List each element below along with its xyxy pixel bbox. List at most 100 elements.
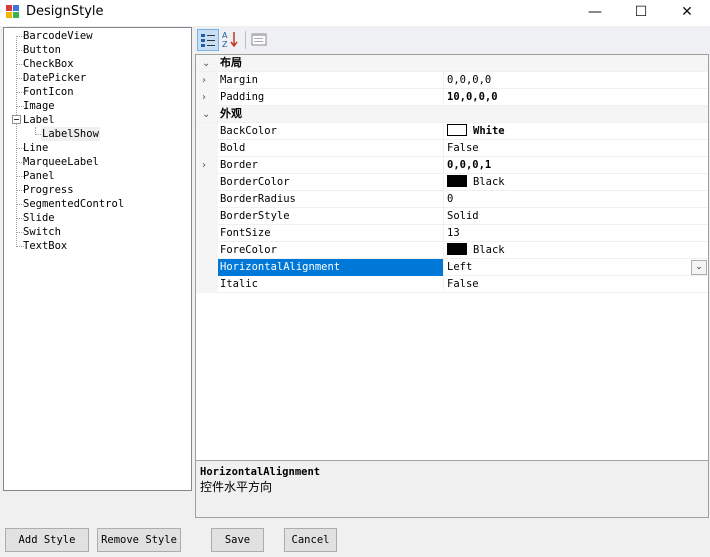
property-grid: A Z ⌄ 布局 › Margin 0,0,0,0 › Padding 10,0… <box>195 27 709 518</box>
remove-style-button[interactable]: Remove Style <box>97 528 181 552</box>
dropdown-button[interactable]: ⌄ <box>691 260 707 275</box>
tree-item-button[interactable]: Button <box>23 43 61 57</box>
property-row-padding[interactable]: › Padding 10,0,0,0 <box>196 89 708 106</box>
color-name: Black <box>473 244 505 256</box>
tree-item-textbox[interactable]: TextBox <box>23 239 67 253</box>
property-value[interactable]: 0,0,0,0 <box>445 72 708 89</box>
property-name: FontSize <box>218 225 444 242</box>
row-gutter <box>196 89 218 106</box>
property-name: BorderStyle <box>218 208 444 225</box>
control-tree[interactable]: BarcodeView Button CheckBox DatePicker F… <box>3 27 192 491</box>
tree-item-segmentedcontrol[interactable]: SegmentedControl <box>23 197 124 211</box>
save-button[interactable]: Save <box>211 528 264 552</box>
property-value[interactable]: 10,0,0,0 <box>445 89 708 106</box>
row-gutter <box>196 242 218 259</box>
color-swatch <box>447 124 467 136</box>
category-layout[interactable]: ⌄ 布局 <box>196 55 708 72</box>
tree-item-datepicker[interactable]: DatePicker <box>23 71 86 85</box>
chevron-down-icon[interactable]: ⌄ <box>202 58 210 69</box>
property-row-backcolor[interactable]: BackColor White <box>196 123 708 140</box>
category-appearance[interactable]: ⌄ 外观 <box>196 106 708 123</box>
categorized-icon <box>201 34 215 47</box>
app-icon <box>6 5 20 19</box>
alphabetical-button[interactable]: A Z <box>220 29 242 51</box>
property-list[interactable]: ⌄ 布局 › Margin 0,0,0,0 › Padding 10,0,0,0… <box>195 54 709 484</box>
tree-item-barcodeview[interactable]: BarcodeView <box>23 29 93 43</box>
svg-text:A: A <box>222 31 228 40</box>
description-text: 控件水平方向 <box>200 480 273 494</box>
tree-item-checkbox[interactable]: CheckBox <box>23 57 74 71</box>
property-pages-icon <box>251 33 267 46</box>
property-name: Margin <box>218 72 444 89</box>
tree-item-line[interactable]: Line <box>23 141 48 155</box>
property-value[interactable]: 0 <box>445 191 708 208</box>
row-gutter <box>196 276 218 293</box>
property-row-bold[interactable]: Bold False <box>196 140 708 157</box>
tree-item-marqueelabel[interactable]: MarqueeLabel <box>23 155 99 169</box>
tree-item-panel[interactable]: Panel <box>23 169 55 183</box>
svg-text:Z: Z <box>222 40 228 49</box>
property-row-horizontalalignment[interactable]: HorizontalAlignment Left ⌄ <box>196 259 708 276</box>
collapse-toggle[interactable] <box>12 115 21 124</box>
row-gutter <box>196 259 218 276</box>
tree-item-slide[interactable]: Slide <box>23 211 55 225</box>
tree-item-switch[interactable]: Switch <box>23 225 61 239</box>
property-row-italic[interactable]: Italic False <box>196 276 708 293</box>
row-gutter <box>196 225 218 242</box>
chevron-right-icon[interactable]: › <box>202 160 206 171</box>
property-name: BackColor <box>218 123 444 140</box>
property-value[interactable]: False <box>445 276 708 293</box>
minimize-button[interactable]: — <box>572 0 618 26</box>
row-gutter <box>196 157 218 174</box>
property-name: BorderRadius <box>218 191 444 208</box>
description-title: HorizontalAlignment <box>200 466 321 478</box>
row-gutter <box>196 123 218 140</box>
tree-line <box>16 36 17 247</box>
property-value[interactable]: Black <box>445 174 708 191</box>
property-row-forecolor[interactable]: ForeColor Black <box>196 242 708 259</box>
chevron-right-icon[interactable]: › <box>202 92 206 103</box>
property-row-margin[interactable]: › Margin 0,0,0,0 <box>196 72 708 89</box>
row-gutter <box>196 72 218 89</box>
category-label: 布局 <box>220 56 242 69</box>
property-value[interactable]: Left <box>445 259 708 276</box>
window-title: DesignStyle <box>26 4 104 19</box>
alphabetical-icon: A Z <box>222 31 238 49</box>
maximize-button[interactable]: ☐ <box>618 0 664 26</box>
property-row-bordercolor[interactable]: BorderColor Black <box>196 174 708 191</box>
tree-item-image[interactable]: Image <box>23 99 55 113</box>
property-value[interactable]: 0,0,0,1 <box>445 157 708 174</box>
property-row-border[interactable]: › Border 0,0,0,1 <box>196 157 708 174</box>
property-name: Italic <box>218 276 444 293</box>
property-name: BorderColor <box>218 174 444 191</box>
color-swatch <box>447 175 467 187</box>
property-value[interactable]: Solid <box>445 208 708 225</box>
row-gutter <box>196 174 218 191</box>
color-name: Black <box>473 176 505 188</box>
description-panel: HorizontalAlignment 控件水平方向 <box>195 460 709 518</box>
category-label: 外观 <box>220 107 242 120</box>
row-gutter <box>196 191 218 208</box>
color-swatch <box>447 243 467 255</box>
tree-item-labelshow[interactable]: LabelShow <box>41 127 100 141</box>
property-row-fontsize[interactable]: FontSize 13 <box>196 225 708 242</box>
row-gutter <box>196 208 218 225</box>
close-button[interactable]: ✕ <box>664 0 710 26</box>
tree-item-label[interactable]: Label <box>23 113 55 127</box>
property-value[interactable]: 13 <box>445 225 708 242</box>
categorized-button[interactable] <box>197 29 219 51</box>
tree-item-fonticon[interactable]: FontIcon <box>23 85 74 99</box>
property-value[interactable]: White <box>445 123 708 140</box>
property-value[interactable]: False <box>445 140 708 157</box>
chevron-down-icon[interactable]: ⌄ <box>202 109 210 120</box>
property-pages-button[interactable] <box>249 29 271 51</box>
property-row-borderstyle[interactable]: BorderStyle Solid <box>196 208 708 225</box>
property-value[interactable]: Black <box>445 242 708 259</box>
chevron-right-icon[interactable]: › <box>202 75 206 86</box>
property-row-borderradius[interactable]: BorderRadius 0 <box>196 191 708 208</box>
add-style-button[interactable]: Add Style <box>5 528 89 552</box>
title-bar: DesignStyle — ☐ ✕ <box>0 0 710 26</box>
tree-item-progress[interactable]: Progress <box>23 183 74 197</box>
cancel-button[interactable]: Cancel <box>284 528 337 552</box>
property-name: Bold <box>218 140 444 157</box>
